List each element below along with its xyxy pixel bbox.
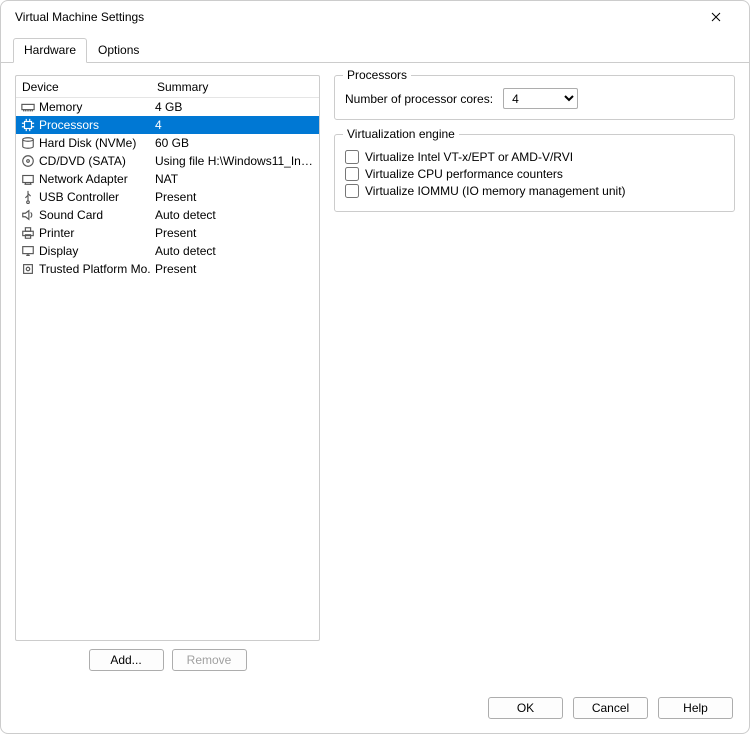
help-button[interactable]: Help bbox=[658, 697, 733, 719]
device-list-header: Device Summary bbox=[16, 76, 319, 98]
tab-options[interactable]: Options bbox=[87, 38, 150, 63]
processors-icon bbox=[20, 118, 35, 133]
remove-button[interactable]: Remove bbox=[172, 649, 247, 671]
processors-group: Processors Number of processor cores: 4 bbox=[334, 75, 735, 120]
device-name: Printer bbox=[39, 226, 74, 240]
device-name: Network Adapter bbox=[39, 172, 128, 186]
title-bar: Virtual Machine Settings bbox=[1, 1, 749, 33]
processors-legend: Processors bbox=[343, 68, 411, 82]
device-summary: Present bbox=[151, 190, 319, 204]
left-panel: Device Summary Memory 4 GB Processors 4 … bbox=[15, 75, 320, 679]
header-device: Device bbox=[16, 77, 151, 97]
device-summary: 60 GB bbox=[151, 136, 319, 150]
device-row[interactable]: Hard Disk (NVMe) 60 GB bbox=[16, 134, 319, 152]
virtualization-group: Virtualization engine Virtualize Intel V… bbox=[334, 134, 735, 212]
device-summary: Auto detect bbox=[151, 208, 319, 222]
device-row[interactable]: Network Adapter NAT bbox=[16, 170, 319, 188]
device-row[interactable]: CD/DVD (SATA) Using file H:\Windows11_In… bbox=[16, 152, 319, 170]
virt-legend: Virtualization engine bbox=[343, 127, 459, 141]
right-panel: Processors Number of processor cores: 4 … bbox=[334, 75, 735, 679]
tab-hardware[interactable]: Hardware bbox=[13, 38, 87, 63]
perf-label: Virtualize CPU performance counters bbox=[365, 167, 563, 181]
device-row[interactable]: Memory 4 GB bbox=[16, 98, 319, 116]
memory-icon bbox=[20, 100, 35, 115]
device-row[interactable]: USB Controller Present bbox=[16, 188, 319, 206]
cddvd-icon bbox=[20, 154, 35, 169]
iommu-checkbox[interactable] bbox=[345, 184, 359, 198]
cancel-button[interactable]: Cancel bbox=[573, 697, 648, 719]
device-summary: Present bbox=[151, 226, 319, 240]
device-list-buttons: Add... Remove bbox=[15, 641, 320, 679]
window-title: Virtual Machine Settings bbox=[15, 10, 693, 24]
device-name: Processors bbox=[39, 118, 99, 132]
device-row[interactable]: Printer Present bbox=[16, 224, 319, 242]
display-icon bbox=[20, 244, 35, 259]
device-row[interactable]: Trusted Platform Mo... Present bbox=[16, 260, 319, 278]
perf-checkbox[interactable] bbox=[345, 167, 359, 181]
cores-select[interactable]: 4 bbox=[503, 88, 578, 109]
device-list: Device Summary Memory 4 GB Processors 4 … bbox=[15, 75, 320, 641]
device-summary: NAT bbox=[151, 172, 319, 186]
device-row[interactable]: Display Auto detect bbox=[16, 242, 319, 260]
device-name: Trusted Platform Mo... bbox=[39, 262, 151, 276]
cores-label: Number of processor cores: bbox=[345, 92, 493, 106]
network-icon bbox=[20, 172, 35, 187]
sound-icon bbox=[20, 208, 35, 223]
add-button[interactable]: Add... bbox=[89, 649, 164, 671]
tab-strip: Hardware Options bbox=[1, 37, 749, 63]
device-row[interactable]: Sound Card Auto detect bbox=[16, 206, 319, 224]
harddisk-icon bbox=[20, 136, 35, 151]
device-name: Sound Card bbox=[39, 208, 103, 222]
printer-icon bbox=[20, 226, 35, 241]
footer: OK Cancel Help bbox=[1, 687, 749, 733]
tpm-icon bbox=[20, 262, 35, 277]
usb-icon bbox=[20, 190, 35, 205]
device-row[interactable]: Processors 4 bbox=[16, 116, 319, 134]
device-summary: Auto detect bbox=[151, 244, 319, 258]
device-summary: 4 bbox=[151, 118, 319, 132]
device-name: Memory bbox=[39, 100, 82, 114]
device-name: Display bbox=[39, 244, 78, 258]
vtx-label: Virtualize Intel VT-x/EPT or AMD-V/RVI bbox=[365, 150, 573, 164]
iommu-label: Virtualize IOMMU (IO memory management u… bbox=[365, 184, 626, 198]
device-name: USB Controller bbox=[39, 190, 119, 204]
device-summary: Present bbox=[151, 262, 319, 276]
close-button[interactable] bbox=[693, 2, 739, 32]
header-summary: Summary bbox=[151, 77, 319, 97]
device-summary: 4 GB bbox=[151, 100, 319, 114]
close-icon bbox=[711, 12, 721, 22]
content-area: Device Summary Memory 4 GB Processors 4 … bbox=[1, 63, 749, 687]
device-summary: Using file H:\Windows11_Ins... bbox=[151, 154, 319, 168]
vtx-checkbox[interactable] bbox=[345, 150, 359, 164]
device-name: Hard Disk (NVMe) bbox=[39, 136, 136, 150]
device-name: CD/DVD (SATA) bbox=[39, 154, 126, 168]
ok-button[interactable]: OK bbox=[488, 697, 563, 719]
